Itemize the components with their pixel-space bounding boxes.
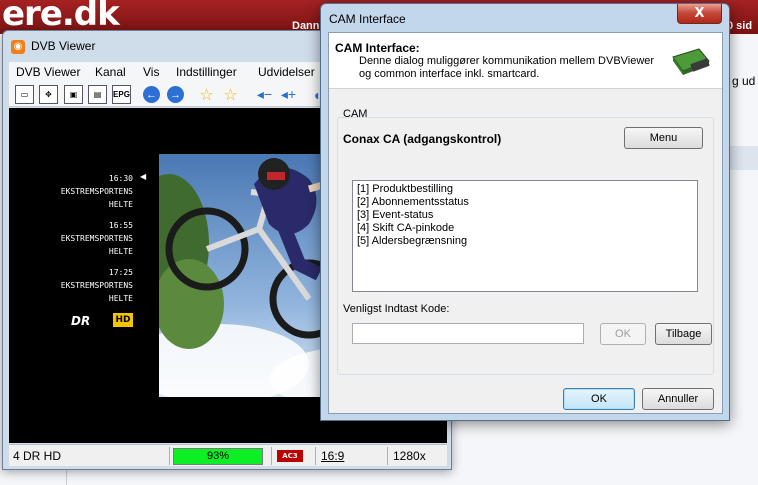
epg-icon[interactable]: EPG [112,85,131,104]
status-channel: 4 DR HD [13,449,62,463]
epg-title: EKSTREMSPORTENS [60,234,133,243]
favorite-star-2-icon[interactable]: ☆ [221,85,240,104]
site-logo[interactable]: ere.dk [2,0,120,34]
epg-icon-label: EPG [113,90,130,99]
list-item[interactable]: [1] Produktbestilling [357,183,693,196]
menu-dvb-viewer[interactable]: DVB Viewer [16,65,80,79]
dialog-window-title: CAM Interface [329,12,406,26]
epg-entry: 17:25 EKSTREMSPORTENS HELTE [9,266,133,305]
teletext-icon[interactable]: ▤ [88,85,107,104]
dialog-header-description: Denne dialog muliggører kommunikation me… [359,55,655,80]
dr-channel-logo: DR [71,314,91,328]
epg-title: EKSTREMSPORTENS [60,281,133,290]
close-button[interactable]: X [677,4,722,24]
cancel-button[interactable]: Annuller [642,388,714,410]
menu-kanal[interactable]: Kanal [95,65,126,79]
code-input[interactable] [352,323,584,344]
epg-time: 16:55 [108,221,133,230]
menu-udvidelser[interactable]: Udvidelser [258,65,315,79]
dialog-client-area: CAM Interface: Denne dialog muliggører k… [328,32,723,414]
volume-down-icon[interactable]: ◂− [255,85,274,104]
list-item[interactable]: [2] Abonnementsstatus [357,196,693,209]
menu-indstillinger[interactable]: Indstillinger [176,65,237,79]
rss-icon: ◉ [11,40,25,54]
status-separator [315,447,316,465]
ac3-audio-icon[interactable]: AC3 [277,450,303,462]
epg-time: 17:25 [108,268,133,277]
cam-group-label: CAM [343,108,368,120]
code-label: Venligst Indtast Kode: [343,303,450,315]
status-resolution: 1280x [393,449,426,463]
ok-button[interactable]: OK [563,388,635,410]
list-item[interactable]: [3] Event-status [357,209,693,222]
epg-subtitle: HELTE [108,247,133,256]
epg-subtitle: HELTE [108,294,133,303]
favorite-star-icon[interactable]: ☆ [197,85,216,104]
signal-strength-bar: 93% [173,448,263,465]
viewer-window-title: DVB Viewer [31,39,96,53]
epg-entry: 16:30 EKSTREMSPORTENS HELTE [9,172,133,211]
status-separator [271,447,272,465]
current-program-arrow-icon: ◀ [140,172,147,181]
dialog-header: CAM Interface: Denne dialog muliggører k… [329,33,722,89]
previous-channel-icon[interactable]: ← [143,86,160,103]
status-separator [169,447,170,465]
list-item[interactable]: [5] Aldersbegrænsning [357,235,693,248]
menu-vis[interactable]: Vis [143,65,159,79]
aspect-ratio-toggle[interactable]: 16:9 [321,449,344,463]
viewer-statusbar: 4 DR HD 93% AC3 16:9 1280x [9,444,447,466]
next-channel-icon[interactable]: → [167,86,184,103]
site-pages-text: 0 sid [727,20,753,32]
desktop-icon[interactable]: ▣ [64,85,83,104]
signal-strength-text: 93% [206,450,230,462]
cam-module-name: Conax CA (adgangskontrol) [343,132,502,146]
cam-menu-list[interactable]: [1] Produktbestilling [2] Abonnementssta… [352,180,698,292]
back-button[interactable]: Tilbage [655,323,712,345]
ac3-audio-label: AC3 [282,452,298,460]
epg-subtitle: HELTE [108,200,133,209]
hd-badge: HD [113,313,133,327]
menu-button[interactable]: Menu [624,127,703,149]
cam-module-icon [672,48,710,75]
logout-link[interactable]: g ud [732,74,755,88]
window-mode-icon[interactable]: ▭ [15,85,34,104]
cam-interface-dialog[interactable]: CAM Interface X CAM Interface: Denne dia… [320,3,730,421]
epg-title: EKSTREMSPORTENS [60,187,133,196]
dialog-header-title: CAM Interface: [335,41,420,55]
epg-time: 16:30 [108,174,133,183]
code-ok-button[interactable]: OK [600,323,646,345]
epg-entry: 16:55 EKSTREMSPORTENS HELTE [9,219,133,258]
fullscreen-icon[interactable]: ✥ [39,85,58,104]
status-separator [387,447,388,465]
list-item[interactable]: [4] Skift CA-pinkode [357,222,693,235]
volume-up-icon[interactable]: ◂+ [279,85,298,104]
